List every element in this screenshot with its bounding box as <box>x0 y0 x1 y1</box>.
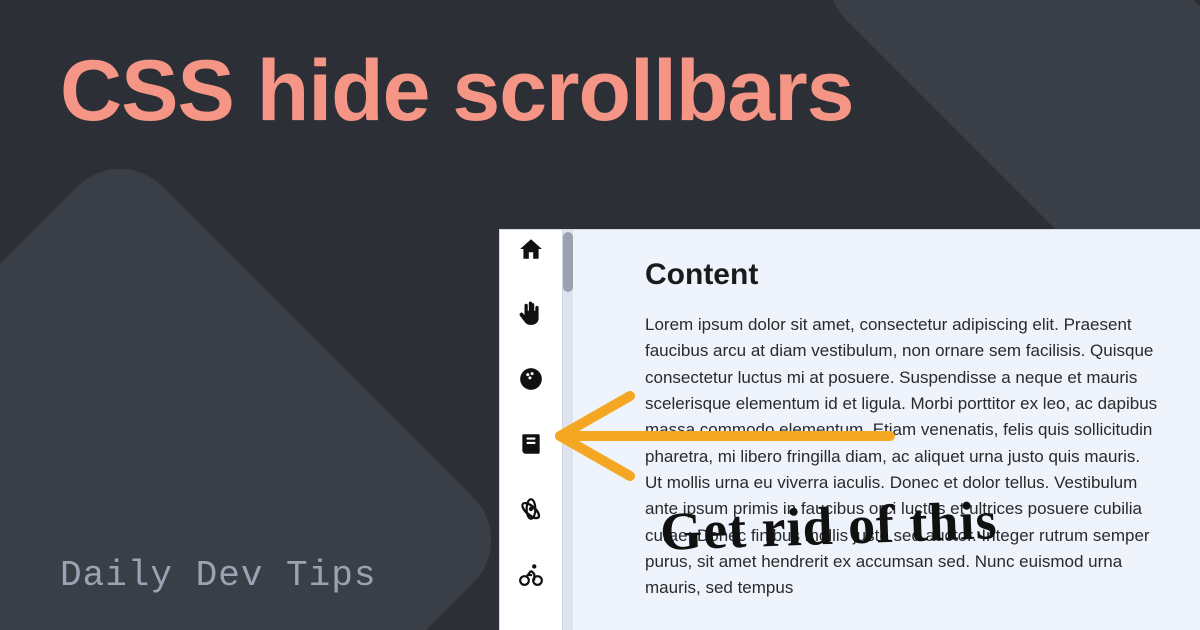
scrollbar-track[interactable] <box>563 230 573 630</box>
demo-sidebar <box>500 230 563 630</box>
content-paragraph: Lorem ipsum dolor sit amet, consectetur … <box>645 312 1160 602</box>
atom-icon[interactable] <box>518 496 544 527</box>
demo-content: Content Lorem ipsum dolor sit amet, cons… <box>573 230 1200 630</box>
site-brand: Daily Dev Tips <box>60 555 376 596</box>
demo-screenshot: Content Lorem ipsum dolor sit amet, cons… <box>500 230 1200 630</box>
book-icon[interactable] <box>518 431 544 462</box>
biking-icon[interactable] <box>518 561 544 592</box>
content-heading: Content <box>645 258 1160 292</box>
page-title: CSS hide scrollbars <box>60 42 854 141</box>
bowling-ball-icon[interactable] <box>518 366 544 397</box>
hand-icon[interactable] <box>518 301 544 332</box>
scrollbar-thumb[interactable] <box>563 232 573 292</box>
home-icon[interactable] <box>518 236 544 267</box>
